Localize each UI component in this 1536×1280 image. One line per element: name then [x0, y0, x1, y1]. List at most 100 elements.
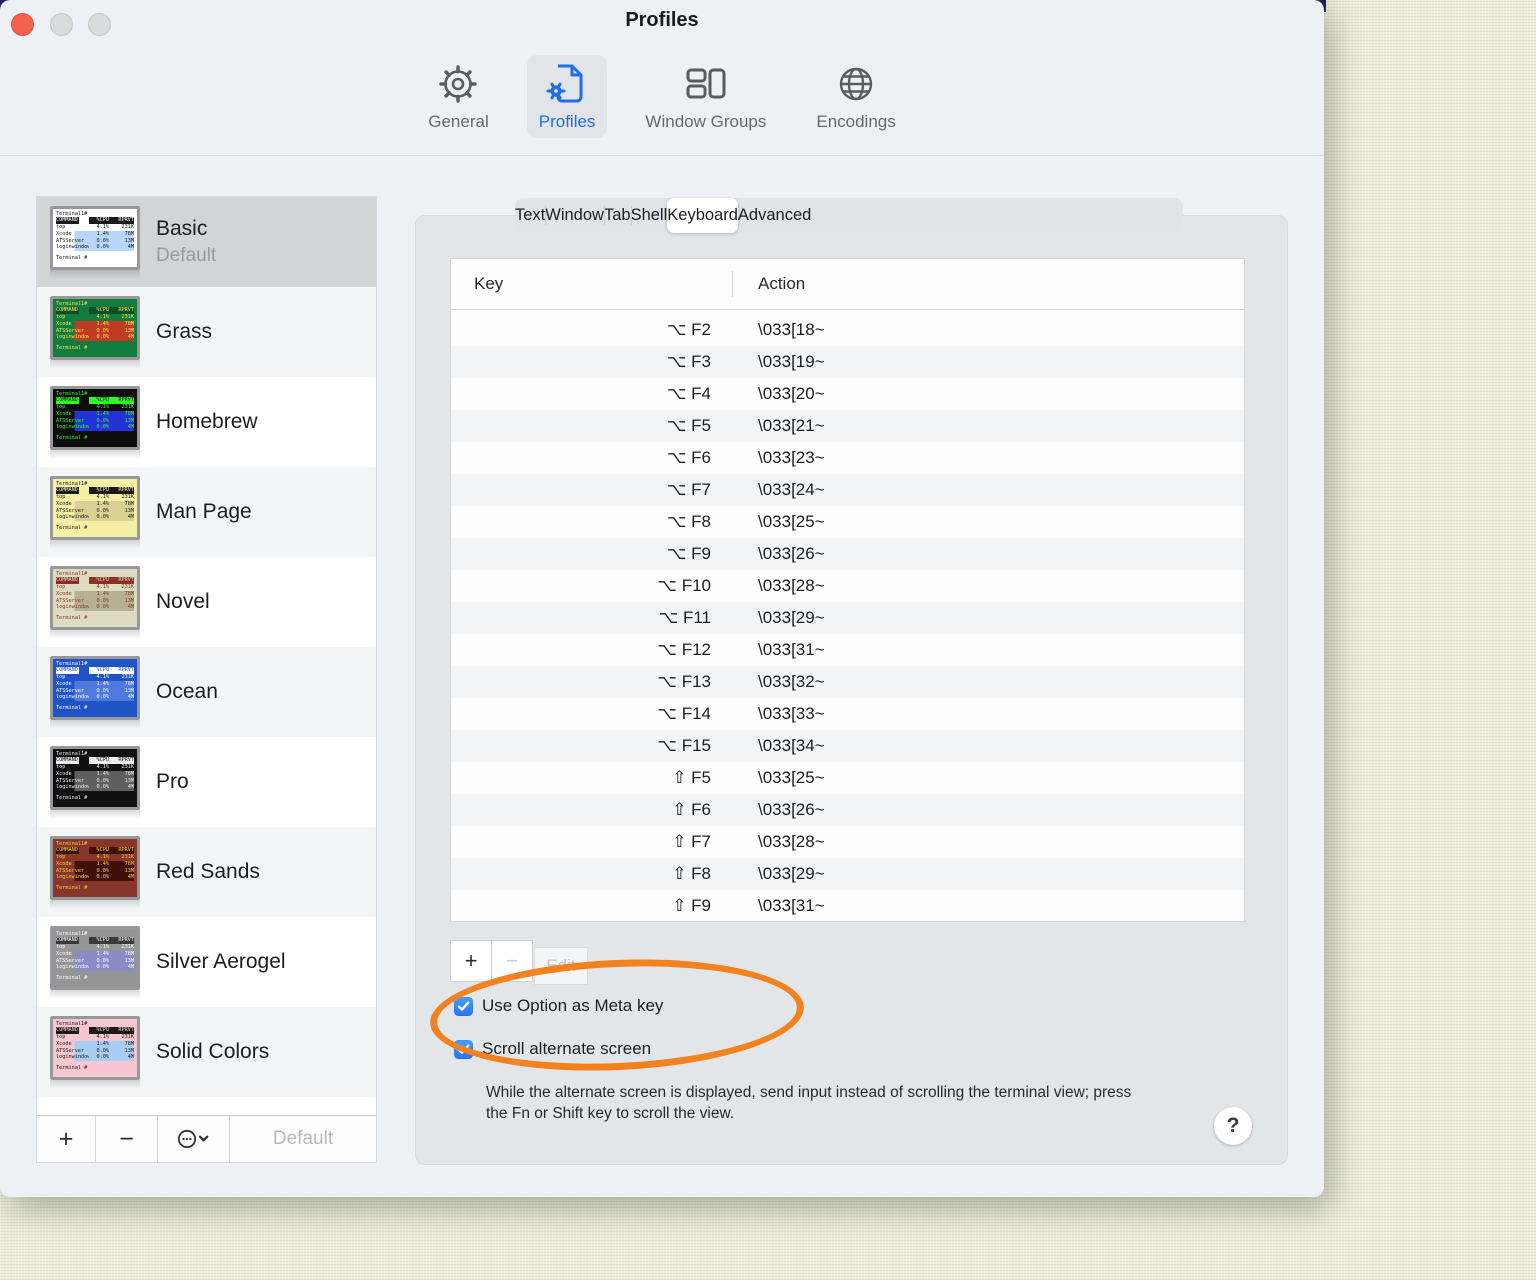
table-row[interactable]: ⌥ F10 \033[28~: [451, 570, 1244, 602]
column-header-key[interactable]: Key: [451, 274, 503, 294]
profiles-sidebar: Terminal1# COMMAND %CPU RPRVT top 4.1% 231K Xco…: [36, 196, 377, 1163]
toolbar-item-general[interactable]: General: [416, 55, 500, 138]
toolbar: General Profiles Window Groups Encodings: [0, 46, 1324, 156]
tab-label: Advanced: [737, 206, 812, 224]
profile-thumbnail: Terminal1# COMMAND %CPU RPRVT top 4.1% 231K Xco…: [50, 475, 140, 549]
table-row[interactable]: ⇧ F7 \033[28~: [451, 826, 1244, 858]
profile-thumbnail: Terminal1# COMMAND %CPU RPRVT top 4.1% 231K Xco…: [50, 835, 140, 909]
action-cell: \033[26~: [758, 544, 825, 563]
tab-shell[interactable]: Shell: [630, 198, 667, 233]
desktop: Profiles General Profiles Window Groups: [0, 0, 1536, 1280]
toolbar-item-encodings[interactable]: Encodings: [804, 55, 907, 138]
key-cell: ⌥ F13: [657, 672, 711, 691]
terminal-preview-thumbnail: Terminal1# COMMAND %CPU RPRVT top 4.1% 231K Xco…: [50, 565, 140, 630]
tab-label: Window: [545, 206, 604, 224]
action-cell: \033[29~: [758, 864, 825, 883]
tab-tab[interactable]: Tab: [603, 198, 631, 233]
table-row[interactable]: ⌥ F7 \033[24~: [451, 474, 1244, 506]
sidebar-item-pro[interactable]: Terminal1# COMMAND %CPU RPRVT top 4.1% 231K Xco…: [37, 737, 376, 827]
sidebar-item-man-page[interactable]: Terminal1# COMMAND %CPU RPRVT top 4.1% 231K Xco…: [37, 467, 376, 557]
set-default-button[interactable]: Default: [230, 1116, 376, 1162]
remove-profile-button[interactable]: −: [96, 1116, 158, 1162]
table-row[interactable]: ⇧ F6 \033[26~: [451, 794, 1244, 826]
key-cell: ⌥ F14: [657, 704, 711, 723]
table-row[interactable]: ⌥ F9 \033[26~: [451, 538, 1244, 570]
checkbox-checked[interactable]: [454, 996, 473, 1016]
tab-window[interactable]: Window: [545, 198, 604, 233]
thumbnail-reflection: [50, 629, 140, 639]
profile-name: Basic: [156, 217, 208, 240]
checkbox-checked[interactable]: [454, 1039, 473, 1059]
toolbar-item-window-groups[interactable]: Window Groups: [633, 55, 778, 138]
toolbar-item-profiles[interactable]: Profiles: [526, 55, 608, 138]
edit-key-button[interactable]: Edit: [534, 947, 588, 985]
terminal-preview-thumbnail: Terminal1# COMMAND %CPU RPRVT top 4.1% 231K Xco…: [50, 835, 140, 900]
tab-keyboard[interactable]: Keyboard: [667, 198, 738, 233]
remove-key-button[interactable]: −: [491, 940, 533, 982]
table-row[interactable]: ⌥ F11 \033[29~: [451, 602, 1244, 634]
sidebar-item-red-sands[interactable]: Terminal1# COMMAND %CPU RPRVT top 4.1% 231K Xco…: [37, 827, 376, 917]
action-cell: \033[19~: [758, 352, 825, 371]
action-cell: \033[21~: [758, 416, 825, 435]
action-cell: \033[28~: [758, 832, 825, 851]
action-cell: \033[29~: [758, 608, 825, 627]
key-cell: ⌥ F5: [666, 416, 711, 435]
key-cell: ⇧ F7: [672, 832, 711, 851]
add-profile-button[interactable]: +: [37, 1116, 96, 1162]
table-row[interactable]: ⌥ F4 \033[20~: [451, 378, 1244, 410]
table-row[interactable]: ⌥ F12 \033[31~: [451, 634, 1244, 666]
thumbnail-reflection: [50, 989, 140, 999]
key-cell: ⌥ F2: [666, 320, 711, 339]
key-cell: ⌥ F3: [666, 352, 711, 371]
key-cell: ⇧ F5: [672, 768, 711, 787]
table-row[interactable]: ⌥ F8 \033[25~: [451, 506, 1244, 538]
table-row[interactable]: ⇧ F8 \033[29~: [451, 858, 1244, 890]
sidebar-item-grass[interactable]: Terminal1# COMMAND %CPU RPRVT top 4.1% 231K Xco…: [37, 287, 376, 377]
sidebar-item-novel[interactable]: Terminal1# COMMAND %CPU RPRVT top 4.1% 231K Xco…: [37, 557, 376, 647]
toolbar-item-label: Encodings: [816, 112, 896, 131]
keyboard-options: Use Option as Meta key Scroll alternate …: [454, 995, 663, 1081]
sidebar-footer: + − Default: [37, 1115, 376, 1162]
checkbox-label: Use Option as Meta key: [482, 996, 664, 1015]
checkbox-row[interactable]: Use Option as Meta key: [454, 995, 663, 1017]
table-row[interactable]: ⇧ F9 \033[31~: [451, 890, 1244, 922]
table-row[interactable]: ⌥ F2 \033[18~: [451, 314, 1244, 346]
help-button[interactable]: ?: [1214, 1107, 1252, 1145]
table-header: Key Action: [451, 259, 1244, 310]
table-row[interactable]: ⌥ F14 \033[33~: [451, 698, 1244, 730]
profile-thumbnail: Terminal1# COMMAND %CPU RPRVT top 4.1% 231K Xco…: [50, 925, 140, 999]
sidebar-item-solid-colors[interactable]: Terminal1# COMMAND %CPU RPRVT top 4.1% 231K Xco…: [37, 1007, 376, 1097]
table-row[interactable]: ⌥ F13 \033[32~: [451, 666, 1244, 698]
tab-text[interactable]: Text: [515, 198, 545, 233]
add-key-button[interactable]: +: [450, 940, 492, 982]
checkbox-row[interactable]: Scroll alternate screen: [454, 1038, 663, 1060]
checkmark-icon: [457, 1000, 470, 1011]
thumbnail-reflection: [50, 359, 140, 369]
action-cell: \033[25~: [758, 512, 825, 531]
table-row[interactable]: ⇧ F5 \033[25~: [451, 762, 1244, 794]
terminal-preview-thumbnail: Terminal1# COMMAND %CPU RPRVT top 4.1% 231K Xco…: [50, 1015, 140, 1080]
action-cell: \033[34~: [758, 736, 825, 755]
tab-label: Keyboard: [667, 206, 738, 224]
table-row[interactable]: ⌥ F5 \033[21~: [451, 410, 1244, 442]
sidebar-item-silver-aerogel[interactable]: Terminal1# COMMAND %CPU RPRVT top 4.1% 231K Xco…: [37, 917, 376, 1007]
more-options-button[interactable]: [158, 1116, 230, 1162]
profile-name: Silver Aerogel: [156, 950, 286, 973]
document-gear-icon: [545, 61, 589, 107]
sidebar-item-homebrew[interactable]: Terminal1# COMMAND %CPU RPRVT top 4.1% 231K Xco…: [37, 377, 376, 467]
thumbnail-reflection: [50, 449, 140, 459]
profile-name: Homebrew: [156, 410, 258, 433]
profile-thumbnail: Terminal1# COMMAND %CPU RPRVT top 4.1% 231K Xco…: [50, 655, 140, 729]
checkmark-icon: [457, 1043, 470, 1054]
key-cell: ⌥ F9: [666, 544, 711, 563]
sidebar-item-basic[interactable]: Terminal1# COMMAND %CPU RPRVT top 4.1% 231K Xco…: [37, 197, 376, 287]
column-header-action[interactable]: Action: [758, 274, 805, 294]
sidebar-item-ocean[interactable]: Terminal1# COMMAND %CPU RPRVT top 4.1% 231K Xco…: [37, 647, 376, 737]
table-row[interactable]: ⌥ F15 \033[34~: [451, 730, 1244, 762]
alternate-screen-help-text: While the alternate screen is displayed,…: [486, 1084, 1132, 1122]
tab-advanced[interactable]: Advanced: [738, 198, 811, 233]
profile-name: Man Page: [156, 500, 252, 523]
table-row[interactable]: ⌥ F6 \033[23~: [451, 442, 1244, 474]
table-row[interactable]: ⌥ F3 \033[19~: [451, 346, 1244, 378]
titlebar: Profiles: [0, 0, 1324, 48]
